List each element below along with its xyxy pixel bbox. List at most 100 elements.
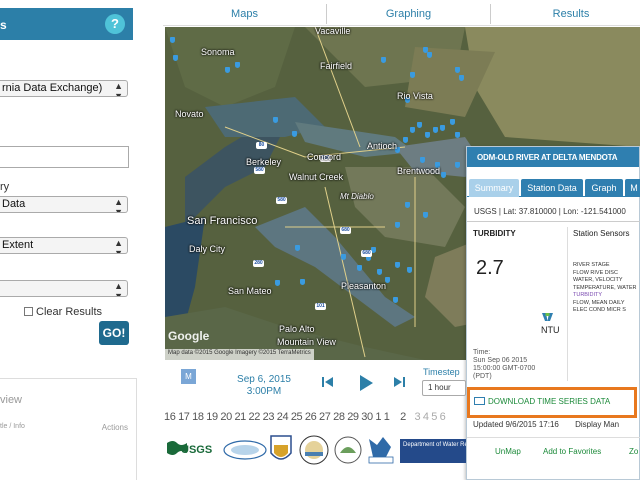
station-marker[interactable] [292, 131, 297, 137]
station-marker[interactable] [417, 122, 422, 128]
station-marker[interactable] [433, 127, 438, 133]
highway-shield: 680 [340, 227, 351, 234]
station-marker[interactable] [441, 172, 446, 178]
highway-shield: 101 [315, 303, 326, 310]
station-marker[interactable] [395, 222, 400, 228]
timestep-select[interactable]: 1 hour [422, 380, 466, 396]
station-marker[interactable] [273, 117, 278, 123]
place-label: Brentwood [397, 166, 441, 176]
sensor-item-active[interactable]: TURBIDITY [573, 292, 636, 300]
station-marker[interactable] [459, 75, 464, 81]
station-marker[interactable] [425, 132, 430, 138]
unmap-button[interactable]: UnMap [495, 447, 521, 456]
tab-results[interactable]: Results [491, 8, 640, 20]
station-latlon: USGS | Lat: 37.810000 | Lon: -121.541000 [474, 207, 626, 216]
sensor-item[interactable]: TEMPERATURE, WATER [573, 285, 636, 293]
station-marker[interactable] [393, 297, 398, 303]
station-marker[interactable] [407, 267, 412, 273]
highway-shield: 80 [256, 142, 267, 149]
water-meter-icon [542, 313, 553, 321]
station-marker[interactable] [403, 137, 408, 143]
time-label: Time: [473, 349, 491, 356]
station-marker[interactable] [377, 269, 382, 275]
sensor-item[interactable]: FLOW, MEAN DAILY [573, 300, 636, 308]
station-marker[interactable] [170, 37, 175, 43]
time-value-1: Sun Sep 06 2015 [473, 357, 528, 364]
place-label: Mountain View [277, 337, 336, 347]
place-label: San Francisco [187, 215, 258, 227]
map-mode-button[interactable]: M [181, 369, 196, 384]
download-time-series-button[interactable]: DOWNLOAD TIME SERIES DATA [467, 387, 637, 418]
parameter-unit: NTU [541, 325, 560, 335]
checkbox-box[interactable] [24, 307, 33, 316]
california-shield-logo [270, 435, 292, 465]
tab-summary[interactable]: Summary [469, 179, 519, 197]
station-marker[interactable] [455, 162, 460, 168]
zoom-button[interactable]: Zo [629, 447, 638, 456]
parameter-value: 2.7 [476, 257, 504, 279]
station-marker[interactable] [410, 72, 415, 78]
play-icon[interactable] [358, 374, 374, 392]
sensor-item[interactable]: FLOW RIVE DISC [573, 270, 636, 278]
place-label: Palo Alto [279, 324, 315, 334]
station-title: ODM-OLD RIVER AT DELTA MENDOTA [467, 147, 639, 167]
station-marker[interactable] [410, 127, 415, 133]
station-marker[interactable] [420, 157, 425, 163]
sensor-item[interactable]: ELEC COND MICR S [573, 307, 636, 315]
tab-graphing[interactable]: Graphing [327, 8, 490, 20]
search-input[interactable] [0, 146, 129, 168]
panel-header: s ? [0, 8, 133, 40]
station-marker[interactable] [295, 245, 300, 251]
panel-header-title: s [0, 18, 7, 32]
place-label: Novato [175, 109, 204, 119]
skip-forward-icon[interactable] [393, 376, 405, 388]
highway-shield: 580 [276, 197, 287, 204]
tab-maps[interactable]: Maps [163, 8, 326, 20]
station-marker[interactable] [381, 57, 386, 63]
station-marker[interactable] [225, 67, 230, 73]
skip-back-icon[interactable] [322, 376, 334, 388]
station-marker[interactable] [341, 254, 346, 260]
sensor-item[interactable]: WATER, VELOCITY [573, 277, 636, 285]
station-marker[interactable] [423, 212, 428, 218]
station-marker[interactable] [427, 52, 432, 58]
tab-more[interactable]: M [625, 179, 640, 197]
sensors-title: Station Sensors [573, 229, 630, 238]
parameter-name: TURBIDITY [473, 229, 516, 238]
help-button[interactable]: ? [105, 14, 125, 34]
station-marker[interactable] [235, 62, 240, 68]
station-marker[interactable] [300, 279, 305, 285]
results-title: view [0, 394, 23, 406]
station-marker[interactable] [405, 202, 410, 208]
extent-select[interactable]: Extent ▲ ▼ [0, 237, 128, 254]
divider [467, 437, 640, 438]
display-map-link[interactable]: Display Man [575, 420, 619, 429]
go-button[interactable]: GO! [99, 321, 129, 345]
date-line2: 3:00PM [246, 386, 282, 397]
station-marker[interactable] [357, 265, 362, 271]
day-timeline[interactable]: 16 17 18 19 20 21 22 23 24 25 26 27 28 2… [164, 411, 446, 423]
swamp-logo [367, 435, 395, 465]
select-arrow-icon: ▲ ▼ [114, 281, 123, 297]
station-marker[interactable] [455, 67, 460, 73]
sensor-item[interactable]: RIVER STAGE [573, 262, 636, 270]
add-favorites-button[interactable]: Add to Favorites [543, 447, 601, 456]
station-marker[interactable] [275, 280, 280, 286]
station-marker[interactable] [395, 262, 400, 268]
station-marker[interactable] [450, 119, 455, 125]
station-marker[interactable] [455, 132, 460, 138]
category-select[interactable]: Data ▲ ▼ [0, 196, 128, 213]
station-marker[interactable] [173, 55, 178, 61]
place-label: Walnut Creek [289, 172, 344, 182]
day-list[interactable]: 16 17 18 19 20 21 22 23 24 25 26 27 28 2… [164, 411, 390, 423]
tab-station-data[interactable]: Station Data [521, 179, 583, 197]
google-logo: Google [168, 329, 210, 343]
data-source-select[interactable]: rnia Data Exchange) ▲ ▼ [0, 80, 128, 97]
results-panel: view tle / Info Actions [0, 378, 137, 480]
clear-results-checkbox[interactable]: Clear Results [24, 306, 102, 318]
day-current[interactable]: 2 [400, 411, 406, 423]
tab-graph[interactable]: Graph [585, 179, 623, 197]
usgs-logo: USGS [167, 439, 219, 461]
filter-select[interactable]: ▲ ▼ [0, 280, 128, 297]
station-marker[interactable] [440, 125, 445, 131]
